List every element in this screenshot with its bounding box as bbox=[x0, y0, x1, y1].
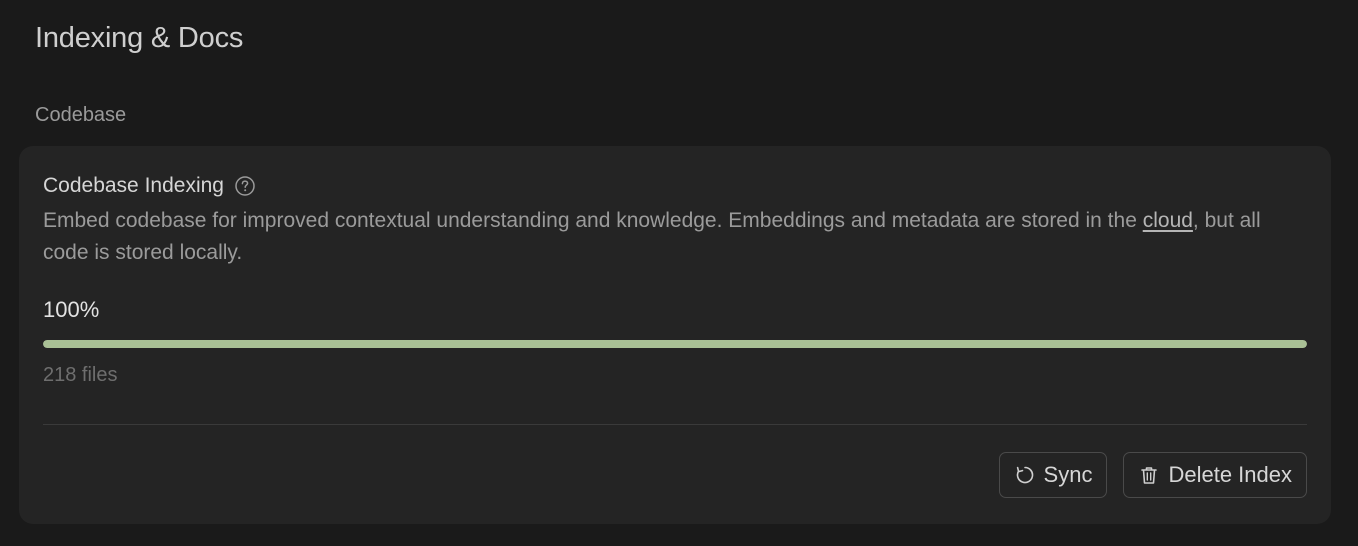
codebase-indexing-card: Codebase Indexing Embed codebase for imp… bbox=[19, 146, 1331, 524]
settings-page: Indexing & Docs Codebase Codebase Indexi… bbox=[0, 0, 1358, 546]
sync-button[interactable]: Sync bbox=[998, 452, 1108, 498]
section-label-codebase: Codebase bbox=[35, 104, 127, 126]
question-circle-icon[interactable] bbox=[234, 175, 256, 197]
progress-percentage: 100% bbox=[43, 297, 100, 322]
card-title: Codebase Indexing bbox=[43, 174, 224, 197]
file-count: 218 files bbox=[43, 364, 118, 386]
progress-bar-fill bbox=[43, 340, 1307, 348]
progress-bar bbox=[43, 340, 1307, 348]
card-description: Embed codebase for improved contextual u… bbox=[43, 205, 1273, 269]
cloud-link[interactable]: cloud bbox=[1143, 209, 1193, 232]
delete-index-button[interactable]: Delete Index bbox=[1123, 452, 1307, 498]
sync-button-label: Sync bbox=[1043, 462, 1093, 487]
refresh-icon bbox=[1014, 464, 1036, 486]
trash-icon bbox=[1138, 464, 1160, 486]
delete-index-button-label: Delete Index bbox=[1168, 462, 1292, 487]
page-title: Indexing & Docs bbox=[35, 22, 244, 54]
divider bbox=[43, 424, 1307, 425]
description-text: Embed codebase for improved contextual u… bbox=[43, 209, 1143, 232]
card-actions: Sync Delete Index bbox=[998, 452, 1307, 498]
card-title-row: Codebase Indexing bbox=[43, 174, 256, 198]
